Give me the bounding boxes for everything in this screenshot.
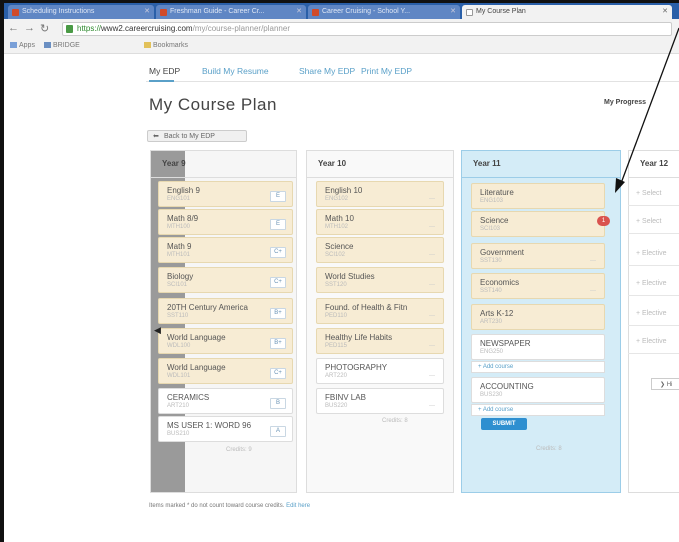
annotation-overlay <box>615 27 679 193</box>
annotation-arrow-line <box>619 27 679 187</box>
annotation-arrow-head-icon <box>615 178 625 193</box>
